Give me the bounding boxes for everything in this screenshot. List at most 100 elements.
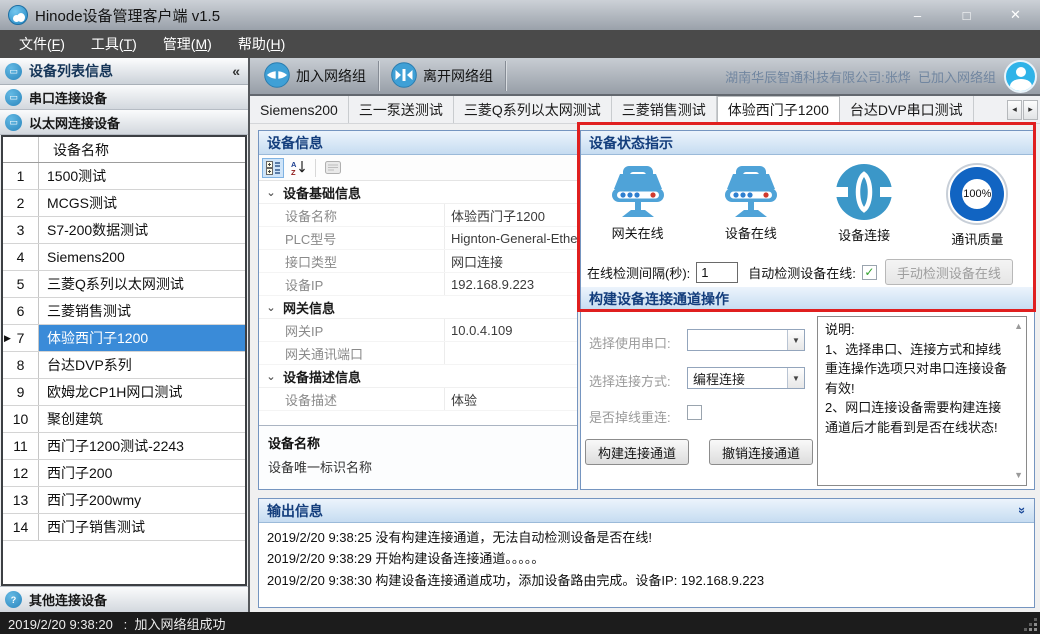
menu-item[interactable]: 工具(T): [78, 34, 150, 54]
device-row[interactable]: 12西门子200: [3, 460, 245, 487]
status-panel-header: 设备状态指示: [581, 131, 1034, 155]
output-title: 输出信息: [267, 501, 323, 521]
tab-scroll-right-icon[interactable]: ▸: [1023, 100, 1038, 120]
device-row-number: 6: [3, 298, 39, 324]
device-row-number: 12: [3, 460, 39, 486]
device-row[interactable]: 10聚创建筑: [3, 406, 245, 433]
device-row[interactable]: 4Siemens200: [3, 244, 245, 271]
manual-check-button[interactable]: 手动检测设备在线: [885, 259, 1013, 285]
property-category[interactable]: ⌄设备描述信息: [259, 365, 577, 388]
toolbar-separator: [315, 159, 316, 177]
property-value: 10.0.4.109: [445, 319, 577, 341]
property-category[interactable]: ⌄网关信息: [259, 296, 577, 319]
online-check-controls: 在线检测间隔(秒): 1 自动检测设备在线: 手动检测设备在线: [581, 257, 1034, 287]
status-indicators: 网关在线设备在线设备连接100%通讯质量: [581, 155, 1034, 257]
sidebar-collapse-icon[interactable]: «: [232, 63, 240, 79]
toolbar-separator: [505, 61, 506, 91]
sidebar-item-serial-devices[interactable]: ▭ 串口连接设备: [0, 85, 248, 110]
sidebar-section-label: 其他连接设备: [29, 590, 107, 609]
tab-item[interactable]: 三一泵送测试: [349, 96, 454, 123]
connect-mode-combobox[interactable]: 编程连接 ▼: [687, 367, 805, 389]
avatar[interactable]: [1004, 60, 1037, 93]
close-button[interactable]: ✕: [991, 0, 1040, 30]
serial-port-combobox[interactable]: ▼: [687, 329, 805, 351]
leave-network-button[interactable]: 离开网络组: [381, 60, 503, 92]
indicator-label: 设备在线: [725, 223, 777, 242]
tab-scroll-left-icon[interactable]: ◂: [1007, 100, 1022, 120]
property-category[interactable]: ⌄设备基础信息: [259, 181, 577, 204]
menu-item[interactable]: 管理(M): [150, 34, 225, 54]
status-indicator: 设备在线: [694, 163, 807, 242]
serial-port-label: 选择使用串口:: [589, 333, 671, 352]
device-row-name: 1500测试: [39, 163, 245, 189]
sort-alphabetical-icon[interactable]: A Z: [287, 158, 309, 178]
property-name: 网关通讯端口: [259, 342, 445, 364]
chevron-down-icon[interactable]: ▼: [787, 368, 804, 388]
categorized-view-icon[interactable]: [262, 158, 284, 178]
tab-item[interactable]: 三菱Q系列以太网测试: [454, 96, 612, 123]
device-row[interactable]: 13西门子200wmy: [3, 487, 245, 514]
device-row-name: 聚创建筑: [39, 406, 245, 432]
sidebar-section-label: 串口连接设备: [29, 88, 107, 107]
menu-item[interactable]: 文件(F): [6, 34, 78, 54]
minimize-button[interactable]: –: [893, 0, 942, 30]
property-description-title: 设备名称: [268, 433, 568, 452]
device-row-name: 三菱销售测试: [39, 298, 245, 324]
property-row[interactable]: PLC型号Hignton-General-Ether: [259, 227, 577, 250]
resize-grip[interactable]: [1023, 617, 1037, 631]
property-row[interactable]: 设备IP192.168.9.223: [259, 273, 577, 296]
device-row-number: 10: [3, 406, 39, 432]
quality-ring: 100%: [950, 167, 1004, 221]
indicator-label: 设备连接: [838, 225, 890, 244]
interval-input[interactable]: 1: [696, 262, 738, 283]
reconnect-checkbox[interactable]: [687, 405, 702, 420]
property-row[interactable]: 设备描述体验: [259, 388, 577, 411]
property-name: PLC型号: [259, 227, 445, 249]
indicator-label: 通讯质量: [951, 229, 1003, 248]
sidebar-item-ethernet-devices[interactable]: ▭ 以太网连接设备: [0, 110, 248, 135]
property-value: 体验西门子1200: [445, 204, 577, 226]
property-name: 设备IP: [259, 273, 445, 295]
connect-mode-value: 编程连接: [688, 368, 787, 388]
device-connect-icon: [835, 163, 893, 221]
revoke-channel-button[interactable]: 撤销连接通道: [709, 439, 813, 465]
maximize-button[interactable]: □: [942, 0, 991, 30]
device-table-name-header: 设备名称: [39, 137, 245, 162]
device-row[interactable]: 11500测试: [3, 163, 245, 190]
tab-item[interactable]: 三菱销售测试: [612, 96, 717, 123]
menu-item[interactable]: 帮助(H): [225, 34, 298, 54]
device-row[interactable]: ▶7体验西门子1200: [3, 325, 245, 352]
build-channel-button[interactable]: 构建连接通道: [585, 439, 689, 465]
window-title: Hinode设备管理客户端 v1.5: [35, 5, 220, 26]
collapse-output-icon[interactable]: »: [1015, 507, 1030, 514]
scroll-down-icon[interactable]: ▼: [1014, 469, 1023, 483]
device-row[interactable]: 2MCGS测试: [3, 190, 245, 217]
note-line: 2、网口连接设备需要构建连接通道后才能看到是否在线状态!: [825, 398, 1009, 437]
device-row-name: 体验西门子1200: [39, 325, 245, 351]
property-value: [445, 342, 577, 364]
property-name: 设备描述: [259, 388, 445, 410]
device-row[interactable]: 14西门子销售测试: [3, 514, 245, 541]
scroll-up-icon[interactable]: ▲: [1014, 320, 1023, 334]
tab-item[interactable]: 体验西门子1200: [717, 96, 840, 123]
device-row[interactable]: 11西门子1200测试-2243: [3, 433, 245, 460]
device-row-name: 西门子200wmy: [39, 487, 245, 513]
output-header: 输出信息 »: [259, 499, 1034, 523]
chevron-down-icon[interactable]: ▼: [787, 330, 804, 350]
sidebar-item-other-devices[interactable]: ? 其他连接设备: [0, 586, 248, 612]
property-row[interactable]: 网关通讯端口: [259, 342, 577, 365]
join-network-button[interactable]: 加入网络组: [254, 60, 376, 92]
device-row[interactable]: 5三菱Q系列以太网测试: [3, 271, 245, 298]
device-row[interactable]: 3S7-200数据测试: [3, 217, 245, 244]
property-category-label: 网关信息: [283, 298, 335, 317]
tab-item[interactable]: Siemens200: [250, 96, 349, 123]
device-row[interactable]: 6三菱销售测试: [3, 298, 245, 325]
tab-item[interactable]: 台达DVP串口测试: [840, 96, 974, 123]
property-row[interactable]: 网关IP10.0.4.109: [259, 319, 577, 342]
auto-check-checkbox[interactable]: [862, 265, 877, 280]
collapse-chevron-icon: ⌄: [259, 370, 283, 383]
property-row[interactable]: 设备名称体验西门子1200: [259, 204, 577, 227]
property-row[interactable]: 接口类型网口连接: [259, 250, 577, 273]
device-row[interactable]: 9欧姆龙CP1H网口测试: [3, 379, 245, 406]
device-row[interactable]: 8台达DVP系列: [3, 352, 245, 379]
